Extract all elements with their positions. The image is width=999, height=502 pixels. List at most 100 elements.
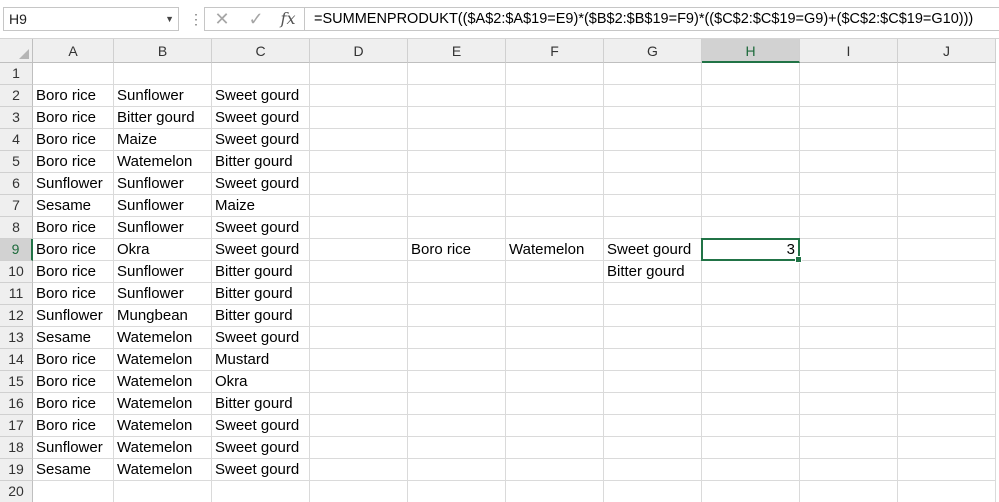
cell-c4[interactable]: Sweet gourd [212,129,310,151]
cell-a13[interactable]: Sesame [33,327,114,349]
cell-d16[interactable] [310,393,408,415]
cell-c10[interactable]: Bitter gourd [212,261,310,283]
cell-j5[interactable] [898,151,996,173]
cell-e10[interactable] [408,261,506,283]
cell-g16[interactable] [604,393,702,415]
cell-e2[interactable] [408,85,506,107]
cell-a18[interactable]: Sunflower [33,437,114,459]
cell-d4[interactable] [310,129,408,151]
cell-h20[interactable] [702,481,800,502]
cell-i3[interactable] [800,107,898,129]
column-header-e[interactable]: E [408,39,506,63]
row-header-10[interactable]: 10 [0,261,33,283]
cell-h7[interactable] [702,195,800,217]
cell-h6[interactable] [702,173,800,195]
column-header-h[interactable]: H [702,39,800,63]
cell-b9[interactable]: Okra [114,239,212,261]
cell-j15[interactable] [898,371,996,393]
cell-b19[interactable]: Watemelon [114,459,212,481]
chevron-down-icon[interactable]: ▼ [165,8,174,30]
cell-c19[interactable]: Sweet gourd [212,459,310,481]
cell-c11[interactable]: Bitter gourd [212,283,310,305]
row-header-7[interactable]: 7 [0,195,33,217]
cell-j10[interactable] [898,261,996,283]
cell-b10[interactable]: Sunflower [114,261,212,283]
cell-f11[interactable] [506,283,604,305]
cancel-icon[interactable]: ✕ [209,9,235,29]
cell-f16[interactable] [506,393,604,415]
cell-d17[interactable] [310,415,408,437]
row-header-17[interactable]: 17 [0,415,33,437]
cell-a3[interactable]: Boro rice [33,107,114,129]
cell-c17[interactable]: Sweet gourd [212,415,310,437]
cell-h18[interactable] [702,437,800,459]
column-header-c[interactable]: C [212,39,310,63]
cell-e5[interactable] [408,151,506,173]
cell-g11[interactable] [604,283,702,305]
cell-h8[interactable] [702,217,800,239]
cell-d7[interactable] [310,195,408,217]
cell-h5[interactable] [702,151,800,173]
cell-a5[interactable]: Boro rice [33,151,114,173]
cell-b13[interactable]: Watemelon [114,327,212,349]
row-header-11[interactable]: 11 [0,283,33,305]
cell-d8[interactable] [310,217,408,239]
column-header-f[interactable]: F [506,39,604,63]
column-header-g[interactable]: G [604,39,702,63]
cell-j7[interactable] [898,195,996,217]
cell-j14[interactable] [898,349,996,371]
cell-i8[interactable] [800,217,898,239]
cell-e9[interactable]: Boro rice [408,239,506,261]
cell-b20[interactable] [114,481,212,502]
cell-h16[interactable] [702,393,800,415]
cell-j17[interactable] [898,415,996,437]
cell-c14[interactable]: Mustard [212,349,310,371]
row-header-12[interactable]: 12 [0,305,33,327]
cell-f1[interactable] [506,63,604,85]
cell-e4[interactable] [408,129,506,151]
cell-e12[interactable] [408,305,506,327]
cell-c1[interactable] [212,63,310,85]
cell-g15[interactable] [604,371,702,393]
cell-c13[interactable]: Sweet gourd [212,327,310,349]
name-box[interactable]: H9 ▼ [3,7,179,31]
cell-c20[interactable] [212,481,310,502]
cell-i6[interactable] [800,173,898,195]
cell-c5[interactable]: Bitter gourd [212,151,310,173]
cell-f2[interactable] [506,85,604,107]
cell-b8[interactable]: Sunflower [114,217,212,239]
cell-f15[interactable] [506,371,604,393]
cell-d5[interactable] [310,151,408,173]
column-header-d[interactable]: D [310,39,408,63]
cell-g5[interactable] [604,151,702,173]
cell-g3[interactable] [604,107,702,129]
cell-c7[interactable]: Maize [212,195,310,217]
cell-e19[interactable] [408,459,506,481]
cell-j18[interactable] [898,437,996,459]
cell-b15[interactable]: Watemelon [114,371,212,393]
cell-j6[interactable] [898,173,996,195]
cell-h9[interactable]: 3 [702,239,800,261]
cell-d19[interactable] [310,459,408,481]
cell-j8[interactable] [898,217,996,239]
cell-a12[interactable]: Sunflower [33,305,114,327]
cell-i14[interactable] [800,349,898,371]
cell-b11[interactable]: Sunflower [114,283,212,305]
cell-c12[interactable]: Bitter gourd [212,305,310,327]
cell-f7[interactable] [506,195,604,217]
cell-g20[interactable] [604,481,702,502]
row-header-2[interactable]: 2 [0,85,33,107]
cell-i12[interactable] [800,305,898,327]
column-header-i[interactable]: I [800,39,898,63]
cell-a17[interactable]: Boro rice [33,415,114,437]
cell-j9[interactable] [898,239,996,261]
cell-i2[interactable] [800,85,898,107]
cell-i7[interactable] [800,195,898,217]
cell-f9[interactable]: Watemelon [506,239,604,261]
cell-d13[interactable] [310,327,408,349]
cell-e15[interactable] [408,371,506,393]
cell-i5[interactable] [800,151,898,173]
row-header-16[interactable]: 16 [0,393,33,415]
cell-g12[interactable] [604,305,702,327]
row-header-5[interactable]: 5 [0,151,33,173]
